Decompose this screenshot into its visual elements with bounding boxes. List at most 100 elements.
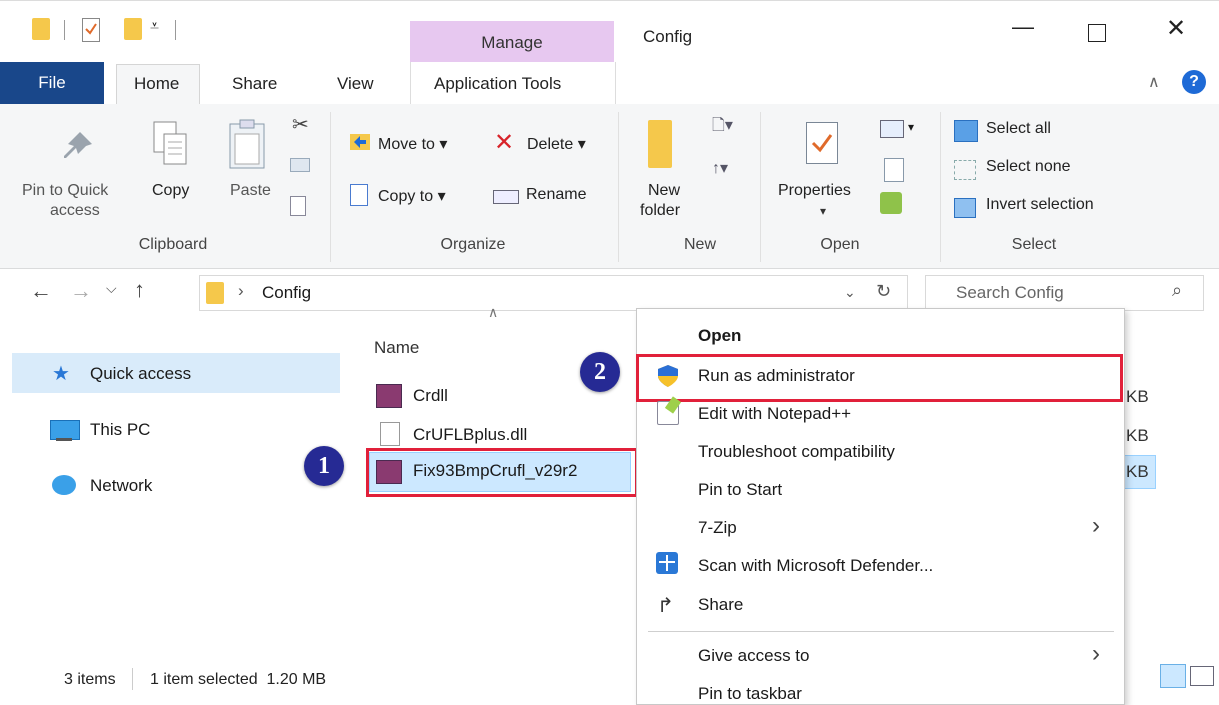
new-group-label: New xyxy=(683,236,716,253)
tab-view[interactable]: View xyxy=(337,74,374,94)
close-icon[interactable]: ✕ xyxy=(1166,14,1186,43)
menu-item-troubleshoot[interactable]: Troubleshoot compatibility xyxy=(698,442,895,462)
submenu-arrow-icon: › xyxy=(1092,512,1100,539)
collapse-ribbon-icon[interactable]: ∧ xyxy=(1148,72,1160,92)
properties-quick-icon[interactable] xyxy=(82,18,100,42)
edit-icon[interactable] xyxy=(884,158,904,182)
move-to-icon xyxy=(350,134,370,150)
tab-file[interactable]: File xyxy=(0,62,104,104)
large-icons-view-icon[interactable] xyxy=(1190,666,1214,686)
folder-icon xyxy=(32,18,50,40)
invert-selection-button[interactable]: Invert selection xyxy=(986,196,1094,214)
status-item-count: 3 items xyxy=(64,671,116,688)
menu-item-pin-to-start[interactable]: Pin to Start xyxy=(698,480,782,500)
help-icon[interactable]: ? xyxy=(1182,70,1206,94)
select-all-button[interactable]: Select all xyxy=(986,120,1051,138)
search-icon[interactable]: ⌕ xyxy=(1172,280,1182,301)
file-crdll[interactable]: Crdll xyxy=(413,386,448,406)
file-size: KB xyxy=(1126,426,1149,445)
tab-application-tools[interactable]: Application Tools xyxy=(434,74,561,94)
minimize-icon[interactable]: — xyxy=(1012,14,1034,40)
delete-icon: ✕ xyxy=(494,129,515,156)
quick-access-label: Quick access xyxy=(90,364,192,383)
refresh-icon[interactable]: ↻ xyxy=(876,281,891,302)
column-header-name[interactable]: Name xyxy=(374,338,419,358)
cut-icon[interactable]: ✂ xyxy=(292,112,309,137)
new-folder-quick-icon[interactable] xyxy=(124,18,142,40)
pin-label-line1[interactable]: Pin to Quick xyxy=(22,182,108,200)
status-selection: 1 item selected 1.20 MB xyxy=(150,671,327,688)
new-folder-icon xyxy=(648,120,672,168)
menu-item-give-access[interactable]: Give access to xyxy=(698,646,810,666)
organize-group-label: Organize xyxy=(440,236,506,253)
properties-icon xyxy=(806,122,838,164)
delete-button[interactable]: Delete ▾ xyxy=(527,134,586,154)
move-to-button[interactable]: Move to ▾ xyxy=(378,134,447,154)
select-group-label: Select xyxy=(1011,236,1057,253)
open-group-label: Open xyxy=(820,236,860,253)
copy-path-icon[interactable] xyxy=(290,158,310,172)
separator xyxy=(175,20,176,40)
archive-icon xyxy=(376,384,402,408)
history-icon[interactable] xyxy=(880,192,902,214)
address-dropdown-icon[interactable]: ⌄ xyxy=(844,284,856,301)
rename-button[interactable]: Rename xyxy=(526,186,586,204)
paste-button[interactable]: Paste xyxy=(230,182,271,200)
select-all-icon xyxy=(954,120,978,142)
easy-access-icon[interactable]: ↑▾ xyxy=(712,158,728,178)
breadcrumb-config[interactable]: Config xyxy=(262,283,311,303)
new-folder-label-line2[interactable]: folder xyxy=(640,202,680,220)
group-separator xyxy=(760,112,761,262)
menu-item-pin-to-taskbar[interactable]: Pin to taskbar xyxy=(698,684,802,704)
properties-dropdown-icon[interactable]: ▾ xyxy=(820,204,826,218)
copy-to-button[interactable]: Copy to ▾ xyxy=(378,186,446,206)
open-icon[interactable] xyxy=(880,120,904,138)
file-size: KB xyxy=(1126,462,1149,481)
star-icon: ★ xyxy=(52,363,70,385)
notepad-icon xyxy=(657,396,682,425)
menu-item-open[interactable]: Open xyxy=(698,326,741,346)
up-icon[interactable]: ↑ xyxy=(134,277,145,303)
group-separator xyxy=(940,112,941,262)
invert-selection-icon xyxy=(954,198,976,218)
customize-quick-access-icon[interactable]: ⩡ xyxy=(150,18,159,36)
sort-up-icon: ∧ xyxy=(488,304,499,320)
forward-icon[interactable]: → xyxy=(70,278,92,304)
file-size: KB xyxy=(1126,387,1149,406)
pin-label-line2[interactable]: access xyxy=(50,202,100,220)
breadcrumb-separator-icon: › xyxy=(238,281,244,300)
tab-share[interactable]: Share xyxy=(232,74,277,94)
back-icon[interactable]: ← xyxy=(30,278,52,304)
nav-item-this-pc[interactable]: This PC xyxy=(90,420,150,440)
this-pc-icon xyxy=(50,420,80,440)
folder-icon xyxy=(206,282,224,304)
menu-item-7zip[interactable]: 7-Zip xyxy=(698,518,737,538)
group-separator xyxy=(330,112,331,262)
group-separator xyxy=(618,112,619,262)
copy-button[interactable]: Copy xyxy=(152,182,189,200)
window-title: Config xyxy=(643,27,693,46)
select-none-button[interactable]: Select none xyxy=(986,158,1071,176)
nav-item-network[interactable]: Network xyxy=(90,476,152,496)
new-folder-label-line1[interactable]: New xyxy=(648,182,680,200)
recent-locations-icon[interactable]: ⌵ xyxy=(106,280,117,297)
new-item-icon[interactable]: 🗋▾ xyxy=(712,114,733,141)
address-bar[interactable]: › Config ⌄ ↻ xyxy=(199,275,908,311)
select-none-icon xyxy=(954,160,976,180)
copy-icon xyxy=(152,120,188,173)
rename-icon xyxy=(493,190,519,204)
menu-item-edit-notepad[interactable]: Edit with Notepad++ xyxy=(698,404,851,424)
paste-shortcut-icon[interactable] xyxy=(290,196,306,216)
properties-button[interactable]: Properties xyxy=(778,182,851,200)
maximize-icon[interactable] xyxy=(1088,24,1106,42)
step-badge-1: 1 xyxy=(304,446,344,486)
copy-to-label: Copy to xyxy=(378,188,434,205)
tab-home[interactable]: Home xyxy=(134,74,179,94)
open-dropdown-icon[interactable]: ▾ xyxy=(908,120,914,134)
details-view-icon[interactable] xyxy=(1160,664,1186,688)
search-box[interactable]: Search Config ⌕ xyxy=(925,275,1204,311)
menu-item-scan-defender[interactable]: Scan with Microsoft Defender... xyxy=(698,556,933,576)
search-input[interactable]: Search Config xyxy=(956,283,1064,303)
menu-item-share[interactable]: Share xyxy=(698,595,743,615)
file-crufl[interactable]: CrUFLBplus.dll xyxy=(413,425,527,445)
